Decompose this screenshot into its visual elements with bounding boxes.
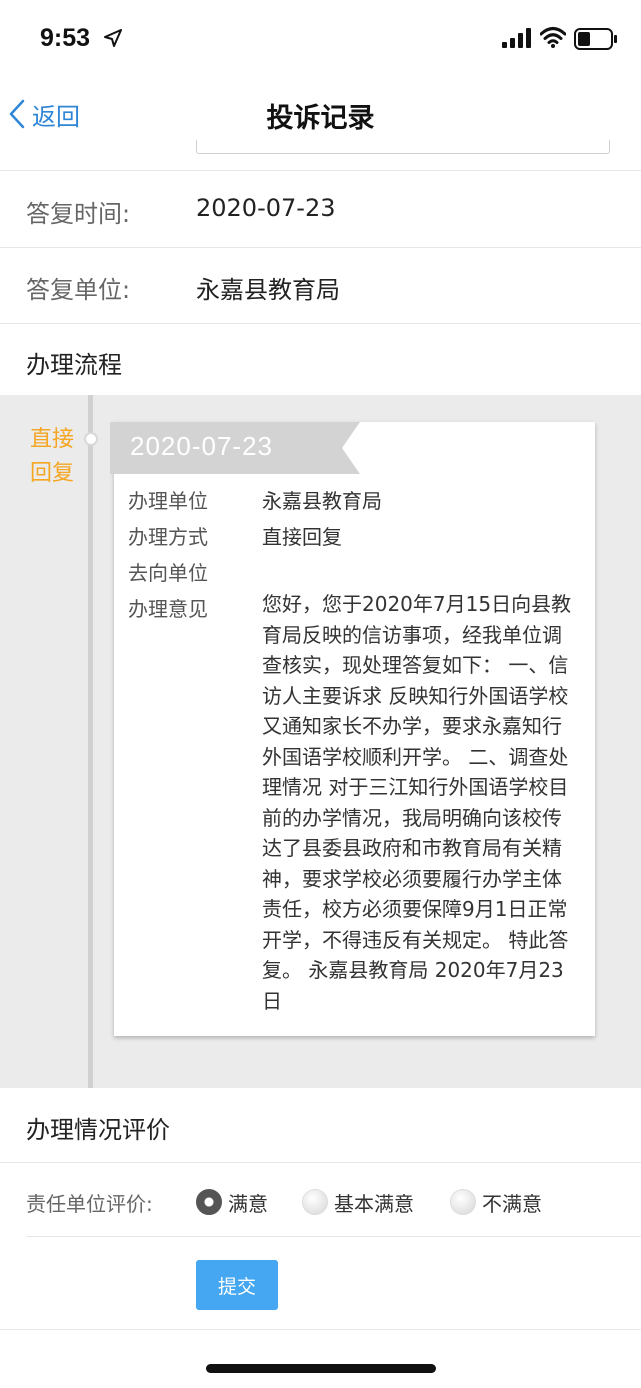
timeline-tag-line1: 直接 [30, 427, 75, 452]
home-indicator[interactable] [206, 1364, 436, 1373]
timeline-node-icon [84, 432, 98, 446]
process-record-card: 2020-07-23 办理单位 永嘉县教育局 办理方式 直接回复 去向单位 办理… [110, 422, 595, 1036]
page-title: 投诉记录 [266, 103, 375, 134]
divider [26, 1236, 641, 1237]
reply-unit-label: 答复单位: [26, 276, 131, 304]
submit-button[interactable]: 提交 [196, 1260, 278, 1310]
process-section-header: 办理流程 [26, 351, 122, 379]
content-field-edge [196, 140, 610, 154]
timeline-line [88, 395, 93, 1088]
status-bar: 9:53 [0, 0, 641, 80]
wifi-icon [540, 27, 566, 48]
reply-time-value: 2020-07-23 [196, 194, 336, 222]
reply-time-row: 答复时间: 2020-07-23 [0, 172, 641, 248]
divider [0, 170, 641, 171]
date-ribbon: 2020-07-23 [110, 422, 360, 474]
radio-unchecked-icon[interactable] [450, 1189, 476, 1215]
handling-opinion-text: 您好，您于2020年7月15日向县教育局反映的信访事项，经我单位调查核实，现处理… [262, 592, 572, 1013]
reply-time-label: 答复时间: [26, 200, 131, 228]
divider [0, 323, 641, 324]
timeline-tag-line2: 回复 [30, 461, 75, 486]
handling-unit-value: 永嘉县教育局 [262, 489, 382, 513]
divider [0, 1162, 641, 1163]
location-arrow-icon [104, 29, 122, 47]
radio-checked-icon[interactable] [196, 1189, 222, 1215]
cellular-signal-icon [502, 28, 531, 48]
evaluation-section-header: 办理情况评价 [26, 1116, 170, 1144]
battery-icon [574, 28, 617, 50]
process-timeline: 直接 回复 2020-07-23 办理单位 永嘉县教育局 办理方式 直接回复 去… [0, 395, 641, 1088]
reply-unit-row: 答复单位: 永嘉县教育局 [0, 248, 641, 324]
divider [0, 1329, 641, 1330]
radio-basically-satisfied-label: 基本满意 [334, 1191, 414, 1216]
reply-unit-value: 永嘉县教育局 [196, 276, 340, 304]
radio-satisfied-label: 满意 [228, 1191, 268, 1216]
radio-basically-satisfied[interactable]: 基本满意 [302, 1187, 414, 1217]
handling-method-label: 办理方式 [128, 525, 208, 549]
timeline-step-tag: 直接 回复 [30, 423, 82, 491]
handling-unit-label: 办理单位 [128, 489, 208, 513]
status-time: 9:53 [40, 24, 91, 52]
radio-unsatisfied[interactable]: 不满意 [450, 1187, 542, 1217]
radio-unsatisfied-label: 不满意 [482, 1191, 542, 1216]
evaluation-label: 责任单位评价: [26, 1192, 153, 1216]
destination-unit-label: 去向单位 [128, 561, 208, 585]
radio-satisfied[interactable]: 满意 [196, 1187, 268, 1217]
radio-unchecked-icon[interactable] [302, 1189, 328, 1215]
record-date: 2020-07-23 [130, 431, 273, 461]
handling-method-value: 直接回复 [262, 525, 342, 549]
handling-opinion-label: 办理意见 [128, 597, 208, 621]
